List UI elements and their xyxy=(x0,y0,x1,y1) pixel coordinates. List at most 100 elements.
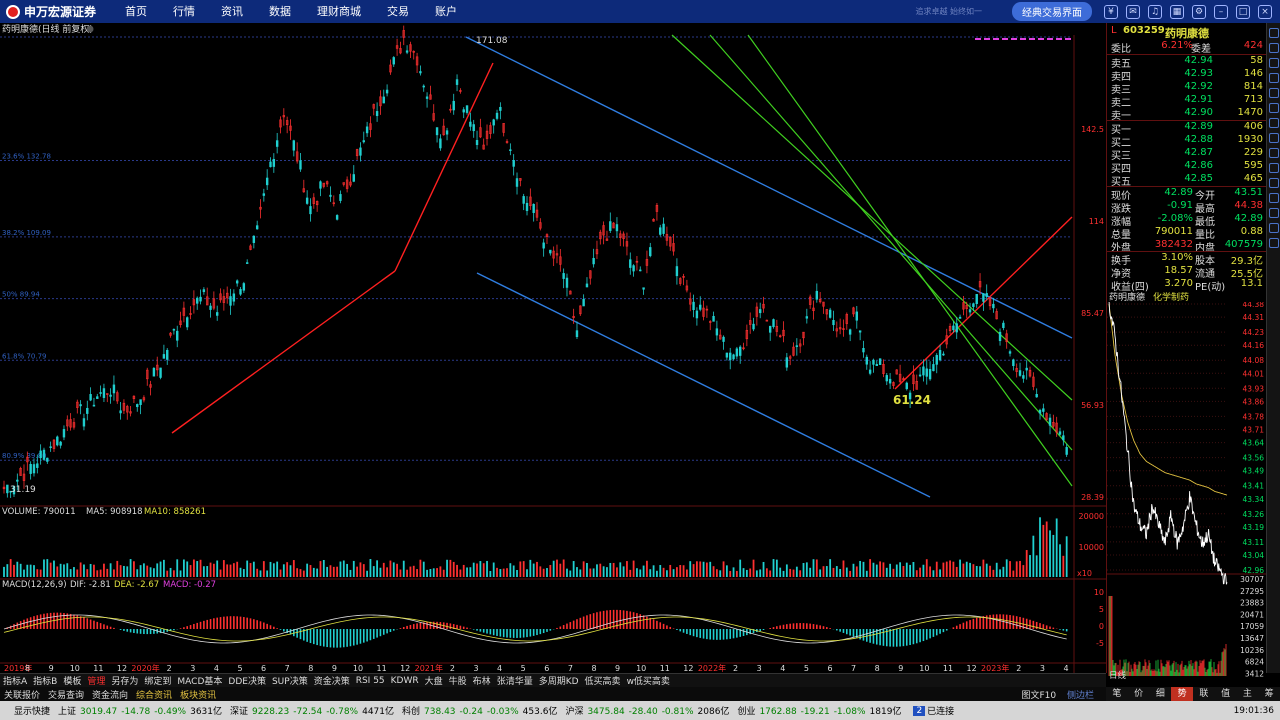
ask-row-2[interactable]: 卖二 42.91 713 xyxy=(1107,94,1267,109)
indicator-tab[interactable]: 模板 xyxy=(60,674,84,687)
menu-news[interactable]: 资讯 xyxy=(211,0,253,23)
macd-histogram-bar xyxy=(349,629,352,647)
tool-icon[interactable] xyxy=(1269,118,1279,128)
tool-icon[interactable] xyxy=(1269,178,1279,188)
bid-row-4[interactable]: 买四 42.86 595 xyxy=(1107,160,1267,175)
quick-toggle[interactable]: 显示快捷 xyxy=(0,704,52,717)
menu-wealth-mall[interactable]: 理财商城 xyxy=(307,0,371,23)
channel-line-green-3[interactable] xyxy=(747,34,1073,487)
tool-icon[interactable] xyxy=(1269,208,1279,218)
trend-lines[interactable] xyxy=(171,34,1073,498)
tool-icon[interactable] xyxy=(1269,73,1279,83)
ask-row-5[interactable]: 卖五 42.94 58 xyxy=(1107,55,1267,70)
menu-data[interactable]: 数据 xyxy=(259,0,301,23)
index-item[interactable]: 科创 738.43 -0.24 -0.03% 453.6亿 xyxy=(398,707,561,717)
macd-histogram-bar xyxy=(496,629,498,636)
indicator-tab[interactable]: 指标B xyxy=(30,674,60,687)
indicator-tab[interactable]: RSI 55 xyxy=(353,676,388,686)
index-item[interactable]: 上证 3019.47 -14.78 -0.49% 3631亿 xyxy=(54,707,226,717)
panel-tab[interactable]: 价 xyxy=(1128,687,1150,701)
macd-histogram-bar xyxy=(646,616,648,629)
trend-line-red-1[interactable] xyxy=(171,270,396,434)
macd-histogram-bar xyxy=(889,629,891,647)
indicator-tab[interactable]: 低买高卖 xyxy=(582,674,624,687)
trend-line-red-2[interactable] xyxy=(394,62,494,272)
index-item[interactable]: 沪深 3475.84 -28.40 -0.81% 2086亿 xyxy=(561,707,733,717)
tab-general-news[interactable]: 综合资讯 xyxy=(132,688,176,701)
headset-icon[interactable]: ♫ xyxy=(1148,4,1162,19)
panel-tab[interactable]: 联 xyxy=(1193,687,1215,701)
menu-trade[interactable]: 交易 xyxy=(377,0,419,23)
tool-icon[interactable] xyxy=(1269,133,1279,143)
volume-bar xyxy=(745,569,748,577)
ask-row-4[interactable]: 卖四 42.93 146 xyxy=(1107,68,1267,83)
indicator-tab[interactable]: 另存为 xyxy=(108,674,141,687)
indicator-tab[interactable]: MACD基本 xyxy=(174,674,225,687)
indicator-tab[interactable]: 多周期KD xyxy=(536,674,582,687)
bid-row-2[interactable]: 买二 42.88 1930 xyxy=(1107,134,1267,149)
tab-fund-flow[interactable]: 资金流向 xyxy=(88,688,132,701)
close-icon[interactable]: × xyxy=(1258,4,1272,19)
minimize-icon[interactable]: – xyxy=(1214,4,1228,19)
currency-icon[interactable]: ¥ xyxy=(1104,4,1118,19)
indicator-tab[interactable]: 指标A xyxy=(0,674,30,687)
menu-market[interactable]: 行情 xyxy=(163,0,205,23)
tool-icon[interactable] xyxy=(1269,58,1279,68)
channel-line-green-1[interactable] xyxy=(671,34,1073,401)
panel-tab[interactable]: 笔 xyxy=(1106,687,1128,701)
tab-f10[interactable]: 图文F10 侧边栏 xyxy=(1013,688,1102,701)
tool-icon[interactable] xyxy=(1269,163,1279,173)
tab-trade-query[interactable]: 交易查询 xyxy=(44,688,88,701)
grid-icon[interactable]: ▦ xyxy=(1170,4,1184,19)
indicator-tab[interactable]: 资金决策 xyxy=(311,674,353,687)
ask-row-3[interactable]: 卖三 42.92 814 xyxy=(1107,81,1267,96)
index-item[interactable]: 创业 1762.88 -19.21 -1.08% 1819亿 xyxy=(733,707,905,717)
macd-histogram-bar xyxy=(113,627,115,629)
tool-icon[interactable] xyxy=(1269,148,1279,158)
maximize-icon[interactable]: □ xyxy=(1236,4,1250,19)
indicator-tab[interactable]: 张清华量 xyxy=(494,674,536,687)
ask-row-1[interactable]: 卖一 42.90 1470 xyxy=(1107,107,1267,122)
intraday-chart[interactable]: 44.38 44.31 44.23 44.16 44.08 44.01 43.93 43.86… xyxy=(1107,302,1266,682)
bid-row-1[interactable]: 买一 42.89 406 xyxy=(1107,121,1267,136)
tool-icon[interactable] xyxy=(1269,88,1279,98)
panel-tab[interactable]: 势 xyxy=(1171,687,1193,701)
kline-chart-area[interactable]: 药明康德(日线 前复权) 23.6% 132.78 38.2% 109.09 50%… xyxy=(0,23,1106,673)
bid-row-5[interactable]: 买五 42.85 465 xyxy=(1107,173,1267,188)
classic-trade-button[interactable]: 经典交易界面 xyxy=(1012,2,1092,21)
indicator-tab[interactable]: 布林 xyxy=(470,674,494,687)
panel-tab[interactable]: 筹 xyxy=(1258,687,1280,701)
indicator-tab[interactable]: 绑定到 xyxy=(141,674,174,687)
tool-icon[interactable] xyxy=(1269,28,1279,38)
tab-related-quote[interactable]: 关联报价 xyxy=(0,688,44,701)
tool-icon[interactable] xyxy=(1269,238,1279,248)
indicator-tab[interactable]: SUP决策 xyxy=(269,674,311,687)
panel-tab[interactable]: 主 xyxy=(1237,687,1259,701)
menu-account[interactable]: 账户 xyxy=(425,0,467,23)
tab-sector-news[interactable]: 板块资讯 xyxy=(176,688,220,701)
indicator-tab[interactable]: 牛股 xyxy=(446,674,470,687)
notice-badge[interactable]: 2 xyxy=(913,705,926,716)
tool-icon[interactable] xyxy=(1269,103,1279,113)
volume-bar xyxy=(765,568,768,577)
indicator-tab[interactable]: w低买高卖 xyxy=(624,674,673,687)
chart-settings-icon[interactable] xyxy=(86,25,94,33)
index-item[interactable]: 深证 9228.23 -72.54 -0.78% 4471亿 xyxy=(226,707,398,717)
channel-line-green-2[interactable] xyxy=(709,34,1073,451)
bid-row-3[interactable]: 买三 42.87 229 xyxy=(1107,147,1267,162)
settings-icon[interactable]: ⚙ xyxy=(1192,4,1206,19)
mail-icon[interactable]: ✉ xyxy=(1126,4,1140,19)
indicator-tab[interactable]: KDWR xyxy=(388,676,422,686)
kline-svg[interactable]: 药明康德(日线 前复权) 23.6% 132.78 38.2% 109.09 50%… xyxy=(0,23,1106,673)
tool-icon[interactable] xyxy=(1269,193,1279,203)
indicator-tab[interactable]: 管理 xyxy=(84,674,108,687)
panel-tab[interactable]: 值 xyxy=(1215,687,1237,701)
indicator-tab[interactable]: 大盘 xyxy=(422,674,446,687)
menu-home[interactable]: 首页 xyxy=(115,0,157,23)
tool-icon[interactable] xyxy=(1269,43,1279,53)
channel-line-blue-top[interactable] xyxy=(465,36,1073,339)
panel-tab[interactable]: 细 xyxy=(1150,687,1172,701)
macd-histogram-bar xyxy=(556,627,558,629)
tool-icon[interactable] xyxy=(1269,223,1279,233)
indicator-tab[interactable]: DDE决策 xyxy=(225,674,269,687)
